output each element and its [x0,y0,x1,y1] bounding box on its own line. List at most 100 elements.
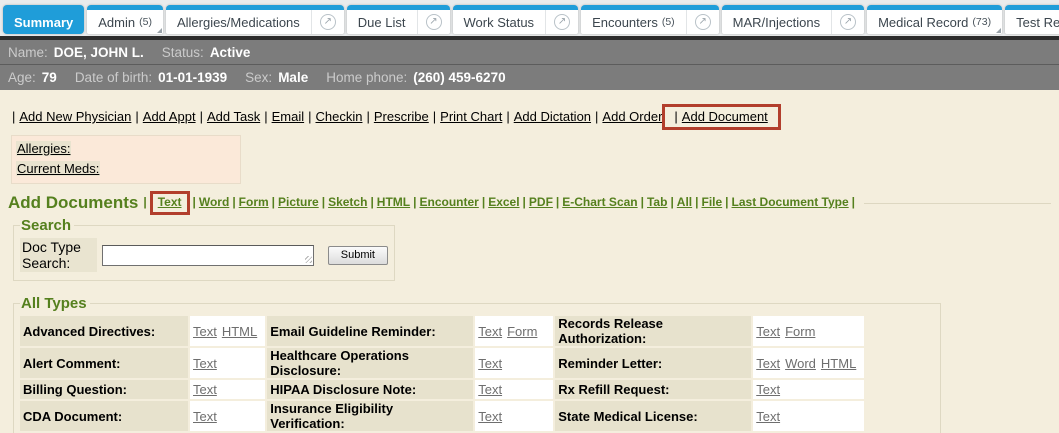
annotation-red-box: Text [150,191,190,215]
quicklink-prescribe[interactable]: Prescribe [374,109,429,124]
doctype-link-excel[interactable]: Excel [488,195,519,209]
separator: | [674,109,677,124]
tab-allergies-medications[interactable]: Allergies/Medications↗ [166,5,344,34]
tab-test-results[interactable]: Test Results(2) [1005,5,1059,34]
popout-arrow-icon[interactable]: ↗ [320,14,336,30]
doctype-link-picture[interactable]: Picture [278,195,319,209]
tab-encounters[interactable]: Encounters(5)↗ [581,5,719,34]
document-type-links: |Text|Word|Form|Picture|Sketch|HTML|Enco… [140,191,858,215]
doc-link-cda-document-text[interactable]: Text [193,409,217,424]
doc-link-reminder-letter-word[interactable]: Word [785,356,816,371]
popout-section: ↗ [686,10,719,34]
doc-type-link-cell: Text [475,401,553,431]
doc-type-label-reminder-letter: Reminder Letter: [555,348,751,378]
submit-button[interactable]: Submit [328,246,388,265]
doctype-link-file[interactable]: File [702,195,723,209]
tab-label: Test Results [1016,15,1059,30]
doctype-link-html[interactable]: HTML [377,195,410,209]
doc-link-insurance-eligibility-verification-text[interactable]: Text [478,409,502,424]
tab-main: Medical Record(73) [867,15,1002,30]
document-types-table: Advanced Directives:TextHTMLEmail Guidel… [18,314,866,433]
separator: | [433,109,436,124]
popout-arrow-icon[interactable]: ↗ [554,14,570,30]
quicklink-add-appt[interactable]: Add Appt [143,109,196,124]
doc-link-email-guideline-reminder-text[interactable]: Text [478,324,502,339]
doctype-link-last-document-type[interactable]: Last Document Type [732,195,849,209]
tab-label: MAR/Injections [733,15,820,30]
popout-arrow-icon[interactable]: ↗ [695,14,711,30]
doc-type-link-cell: Text [190,348,265,378]
all-types-section: All Types Advanced Directives:TextHTMLEm… [13,295,941,433]
popout-arrow-icon[interactable]: ↗ [426,14,442,30]
patient-field-label: Name: [8,45,48,60]
quicklink-add-document[interactable]: Add Document [682,109,768,124]
tab-medical-record[interactable]: Medical Record(73) [867,5,1002,34]
summary-link-current-meds[interactable]: Current Meds: [16,161,100,176]
doc-type-label-insurance-eligibility-verification: Insurance Eligibility Verification: [267,401,473,431]
doctype-link-word[interactable]: Word [199,195,229,209]
doc-link-healthcare-operations-disclosure-text[interactable]: Text [478,356,502,371]
doctype-link-all[interactable]: All [677,195,692,209]
quicklink-checkin[interactable]: Checkin [316,109,363,124]
tab-mar-injections[interactable]: MAR/Injections ↗ [722,5,864,34]
doc-type-link-cell: Text Form [475,316,553,346]
separator: | [12,109,15,124]
doc-link-billing-question-text[interactable]: Text [193,382,217,397]
doc-link-records-release-authorization-text[interactable]: Text [756,324,780,339]
doc-type-label-records-release-authorization: Records Release Authorization: [555,316,751,346]
tab-count-badge: (73) [972,16,991,28]
search-legend: Search [20,217,74,234]
doc-type-link-cell: Text [190,401,265,431]
tab-main: Work Status [453,15,546,30]
doc-link-records-release-authorization-form[interactable]: Form [785,324,815,339]
doc-link-email-guideline-reminder-form[interactable]: Form [507,324,537,339]
all-types-legend: All Types [20,295,90,312]
table-row: CDA Document:TextInsurance Eligibility V… [20,401,864,431]
tab-work-status[interactable]: Work Status ↗ [453,5,579,34]
doctype-link-e-chart-scan[interactable]: E-Chart Scan [562,195,637,209]
resize-grip-icon[interactable] [305,256,312,263]
summary-link-allergies[interactable]: Allergies: [16,141,71,156]
doctype-link-sketch[interactable]: Sketch [328,195,367,209]
doctype-link-pdf[interactable]: PDF [529,195,553,209]
content-area: | Add New Physician | Add Appt | Add Task | Ema… [0,104,1059,433]
quicklink-add-dictation[interactable]: Add Dictation [514,109,591,124]
patient-field-value: 01-01-1939 [158,70,227,85]
doc-type-search-input[interactable] [102,245,314,266]
doc-link-hipaa-disclosure-note-text[interactable]: Text [478,382,502,397]
popout-section: ↗ [545,10,578,34]
quicklink-add-task[interactable]: Add Task [207,109,260,124]
doctype-link-tab[interactable]: Tab [647,195,667,209]
tab-due-list[interactable]: Due List↗ [347,5,450,34]
separator: | [506,109,509,124]
quicklink-add-new-physician[interactable]: Add New Physician [19,109,131,124]
quicklink-email[interactable]: Email [272,109,305,124]
doc-link-alert-comment-text[interactable]: Text [193,356,217,371]
doc-type-label-state-medical-license: State Medical License: [555,401,751,431]
doc-link-advanced-directives-html[interactable]: HTML [222,324,257,339]
quicklink-add-order[interactable]: Add Order [602,109,662,124]
table-row: Alert Comment:TextHealthcare Operations … [20,348,864,378]
doc-link-advanced-directives-text[interactable]: Text [193,324,217,339]
doc-type-link-cell: Text HTML [190,316,265,346]
popout-section: ↗ [311,10,344,34]
tab-bar: SummaryAdmin(5)Allergies/Medications↗Due… [0,0,1059,36]
doc-link-state-medical-license-text[interactable]: Text [756,409,780,424]
quicklink-print-chart[interactable]: Print Chart [440,109,502,124]
doc-link-reminder-letter-html[interactable]: HTML [821,356,856,371]
application-window: SummaryAdmin(5)Allergies/Medications↗Due… [0,0,1059,433]
doctype-link-encounter[interactable]: Encounter [419,195,478,209]
doctype-link-form[interactable]: Form [239,195,269,209]
tab-admin[interactable]: Admin(5) [87,5,163,34]
separator: | [370,195,373,209]
doctype-link-text[interactable]: Text [158,195,182,209]
tab-summary[interactable]: Summary [3,5,84,34]
doc-type-link-cell: Text Form [753,316,864,346]
doc-link-rx-refill-request-text[interactable]: Text [756,382,780,397]
quick-links-row: | Add New Physician | Add Appt | Add Task | Ema… [8,104,1051,130]
popout-arrow-icon[interactable]: ↗ [840,14,856,30]
patient-field-label: Age: [8,70,36,85]
tab-main: Summary [3,15,84,30]
patient-field-value: Active [210,45,251,60]
doc-link-reminder-letter-text[interactable]: Text [756,356,780,371]
